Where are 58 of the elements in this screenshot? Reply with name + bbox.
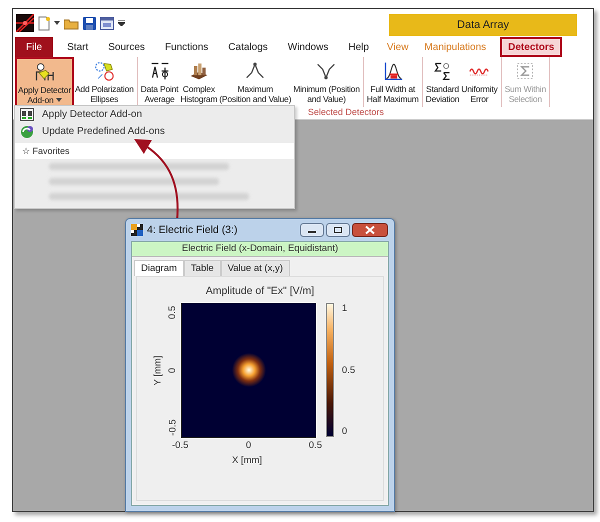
menu-section-header: ☆ Favorites <box>15 143 294 159</box>
puzzle-figure-icon <box>34 62 54 82</box>
peak-icon <box>245 60 266 80</box>
panel-tab[interactable]: Diagram <box>134 260 184 276</box>
app-logo-icon <box>16 14 34 32</box>
bell-curve-icon <box>382 60 403 80</box>
tick-label: 0 <box>342 426 348 437</box>
add-on-icon <box>20 108 34 122</box>
histogram-icon <box>188 60 209 80</box>
average-symbol-icon <box>150 60 170 80</box>
ribbon-tab[interactable]: Sources <box>98 37 155 57</box>
ribbon-tab[interactable]: Windows <box>278 37 338 57</box>
folder-icon[interactable] <box>64 16 79 30</box>
contextual-tab-header: Data Array <box>389 14 577 36</box>
sum-icon <box>515 60 536 80</box>
close-icon[interactable] <box>352 223 388 237</box>
tick-label: 0.5 <box>167 306 178 320</box>
sigma-icon <box>432 60 452 80</box>
ribbon-group-label: Selected Detectors <box>306 107 385 117</box>
tick-label: 0 <box>167 367 178 373</box>
tick-label: 0 <box>246 440 252 451</box>
ribbon-button[interactable]: Full Width at Half Maximum <box>366 57 423 107</box>
axis-label: X [mm] <box>232 455 262 466</box>
ribbon-button[interactable]: Standard Deviation <box>424 57 460 107</box>
menu-item[interactable]: Update Predefined Add-ons <box>15 123 294 140</box>
menu-item[interactable]: Apply Detector Add-on <box>15 106 294 123</box>
save-icon[interactable] <box>83 16 96 30</box>
ribbon-button[interactable]: Apply Detector Add-on <box>15 57 74 107</box>
polarization-ellipses-icon <box>94 60 114 80</box>
ribbon-tab[interactable]: Help <box>338 37 379 57</box>
ribbon-tab[interactable]: Catalogs <box>218 37 278 57</box>
window-title: 4: Electric Field (3:) <box>147 224 238 236</box>
window-icon[interactable] <box>100 16 114 30</box>
refresh-icon <box>20 124 34 138</box>
axis-label: Y [mm] <box>152 355 164 385</box>
customize-toolbar-icon[interactable] <box>118 20 125 26</box>
wave-icon <box>468 66 490 76</box>
window-app-icon <box>131 224 143 236</box>
ribbon-button[interactable]: Uniformity Error <box>460 57 502 107</box>
file-tab[interactable]: File <box>15 37 54 57</box>
ribbon-button[interactable]: Data Point Average <box>140 57 180 107</box>
plot-title: Amplitude of "Ex" [V/m] <box>206 285 314 297</box>
tick-label: -0.5 <box>167 419 178 436</box>
tick-label: 0.5 <box>308 440 322 451</box>
ribbon-button[interactable]: Maximum (Position and Value) <box>218 57 292 107</box>
ribbon-tab[interactable]: Detectors <box>500 37 562 57</box>
ribbon-tab[interactable]: Start <box>57 37 98 57</box>
panel-tab[interactable]: Value at (x,y) <box>220 260 290 276</box>
new-document-icon[interactable] <box>38 16 50 30</box>
caret-icon[interactable] <box>54 21 60 25</box>
tick-label: 1 <box>342 303 348 314</box>
tick-label: 0.5 <box>342 364 356 376</box>
minimize-icon[interactable] <box>300 223 324 237</box>
restore-icon[interactable] <box>326 223 350 237</box>
ribbon-tab[interactable]: Functions <box>154 37 218 57</box>
tick-label: -0.5 <box>172 440 188 451</box>
window-subtitle-bar: Electric Field (x-Domain, Equidistant) <box>132 242 388 257</box>
panel-tab[interactable]: Table <box>184 260 221 276</box>
